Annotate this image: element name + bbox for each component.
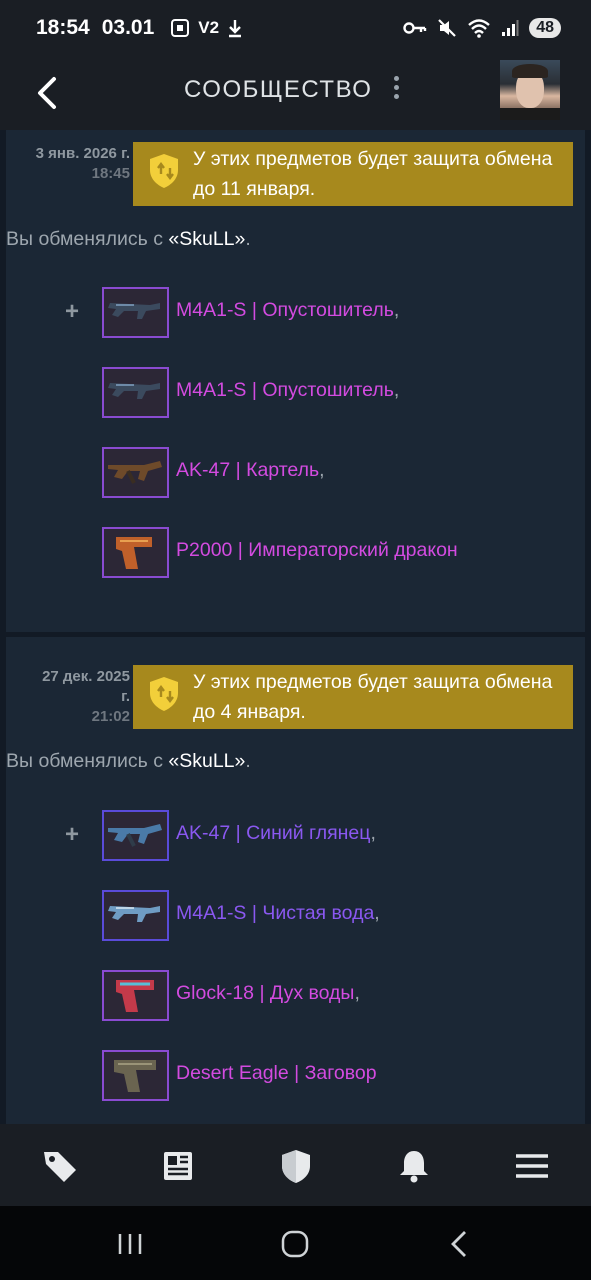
plus-icon: + — [64, 298, 79, 325]
item-thumbnail[interactable] — [102, 526, 169, 578]
trade-protection-banner: У этих предметов будет защита обмена до … — [133, 665, 573, 729]
signal-icon — [502, 20, 519, 36]
protection-text: У этих предметов будет защита обмена до … — [193, 148, 553, 200]
trade-date: 3 янв. 2026 г. 18:45 — [35, 145, 130, 182]
shield-icon[interactable] — [276, 1146, 316, 1186]
item-name[interactable]: M4A1-S | Чистая вода, — [176, 902, 380, 925]
menu-icon[interactable] — [512, 1146, 552, 1186]
item-name[interactable]: M4A1-S | Опустошитель, — [176, 379, 399, 402]
trade-history-list[interactable]: 3 янв. 2026 г. 18:45 У этих предметов бу… — [0, 130, 591, 1124]
trade-summary: Вы обменялись с «SkuLL». — [6, 750, 251, 772]
back-button[interactable] — [32, 73, 62, 113]
item-thumbnail[interactable] — [102, 286, 169, 338]
item-thumbnail[interactable] — [102, 446, 169, 498]
page-title: СООБЩЕСТВО — [184, 76, 373, 103]
home-icon[interactable] — [277, 1226, 313, 1262]
trade-summary: Вы обменялись с «SkuLL». — [6, 228, 251, 250]
trade-entry: 27 дек. 2025 г. 21:02 У этих предметов б… — [6, 637, 585, 1124]
trade-date: 27 дек. 2025 г. 21:02 — [42, 668, 130, 725]
item-name[interactable]: M4A1-S | Опустошитель, — [176, 299, 399, 322]
plus-icon: + — [64, 821, 79, 848]
item-thumbnail[interactable] — [102, 809, 169, 861]
item-thumbnail[interactable] — [102, 889, 169, 941]
screenshot-icon — [171, 19, 190, 37]
item-name[interactable]: Desert Eagle | Заговор — [176, 1062, 377, 1085]
system-navigation-bar — [0, 1206, 591, 1280]
tag-icon[interactable] — [40, 1146, 80, 1186]
v2-icon: V2 — [198, 18, 220, 37]
battery-level: 48 — [529, 18, 561, 38]
status-bar: 18:54 03.01 V2 48 — [0, 0, 591, 56]
trade-protection-icon — [150, 154, 178, 188]
item-name[interactable]: Glock-18 | Дух воды, — [176, 982, 360, 1005]
trade-partner-name[interactable]: «SkuLL» — [168, 750, 245, 772]
mute-icon — [438, 19, 456, 37]
trade-entry: 3 янв. 2026 г. 18:45 У этих предметов бу… — [6, 130, 585, 632]
trade-partner-name[interactable]: «SkuLL» — [168, 228, 245, 250]
item-thumbnail[interactable] — [102, 366, 169, 418]
back-nav-icon[interactable] — [443, 1226, 479, 1262]
item-thumbnail[interactable] — [102, 969, 169, 1021]
trade-time: 21:02 — [91, 708, 130, 725]
news-icon[interactable] — [158, 1146, 198, 1186]
bottom-navigation — [0, 1124, 591, 1206]
status-time: 18:54 — [36, 16, 90, 39]
bell-icon[interactable] — [394, 1146, 434, 1186]
protection-text: У этих предметов будет защита обмена до … — [193, 671, 553, 723]
trade-protection-icon — [150, 677, 178, 711]
trade-time: 18:45 — [91, 165, 130, 182]
avatar[interactable] — [500, 60, 560, 120]
recent-apps-icon[interactable] — [112, 1226, 148, 1262]
item-thumbnail[interactable] — [102, 1049, 169, 1101]
item-name[interactable]: AK-47 | Картель, — [176, 459, 325, 482]
item-name[interactable]: AK-47 | Синий глянец, — [176, 822, 376, 845]
app-header: СООБЩЕСТВО — [0, 56, 591, 130]
status-date: 03.01 — [101, 16, 155, 39]
key-icon — [403, 22, 427, 34]
download-icon — [229, 20, 242, 38]
wifi-icon — [468, 19, 491, 38]
item-name[interactable]: P2000 | Императорский дракон — [176, 539, 458, 562]
more-options-icon[interactable] — [388, 76, 404, 106]
trade-protection-banner: У этих предметов будет защита обмена до … — [133, 142, 573, 206]
